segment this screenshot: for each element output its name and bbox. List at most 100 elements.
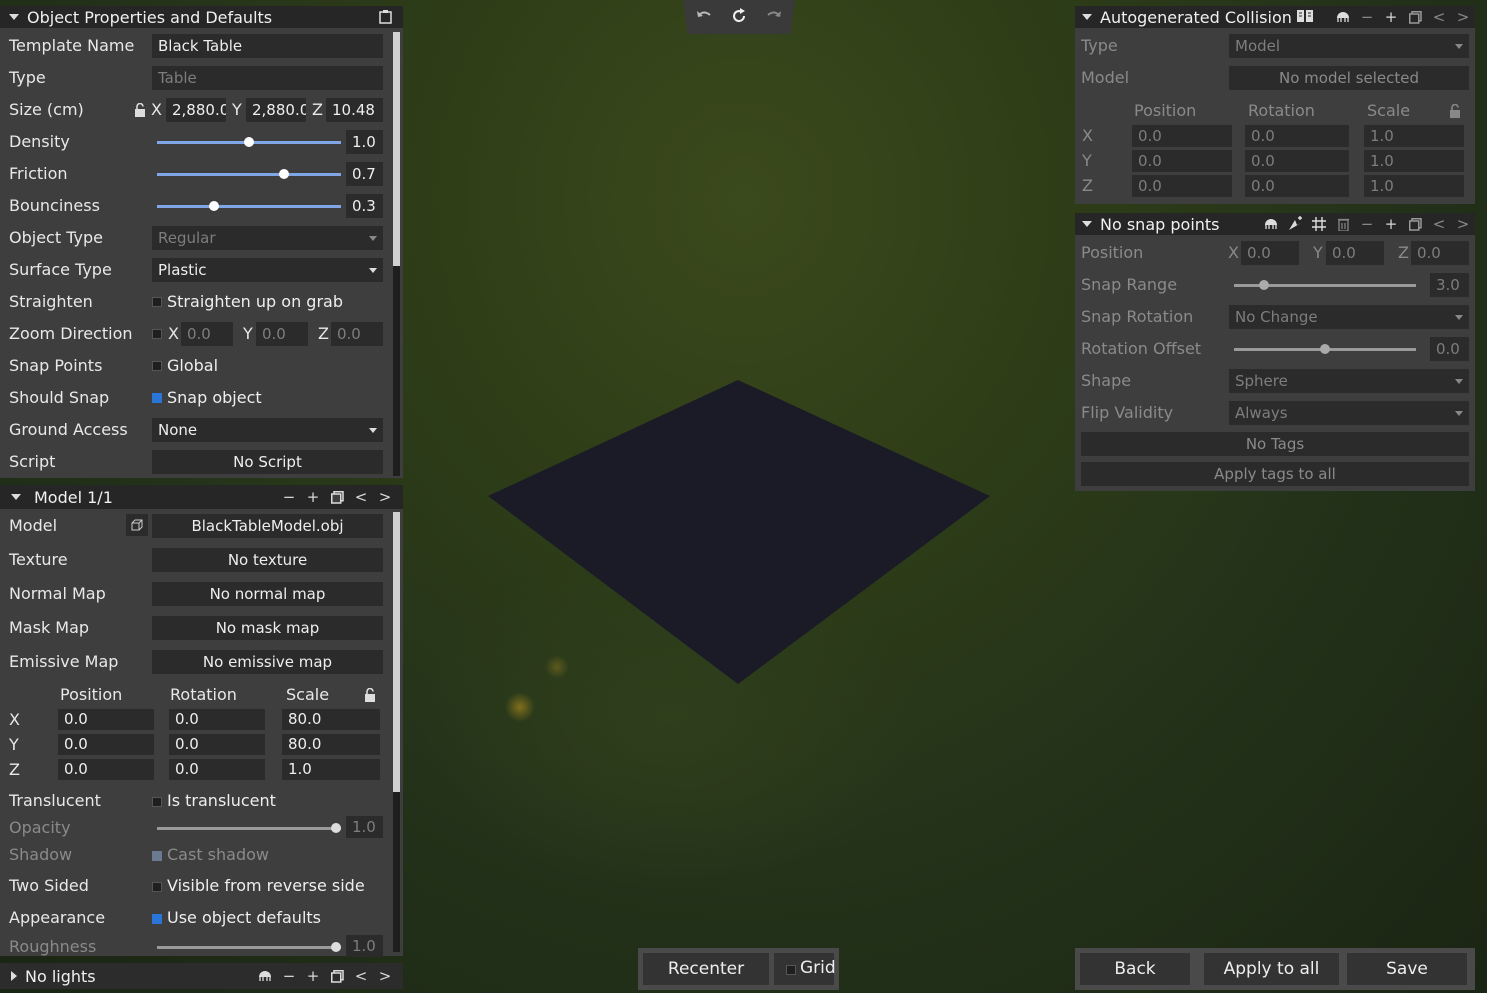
duplicate-icon[interactable] xyxy=(325,965,349,987)
collision-scale-z-input[interactable]: 1.0 xyxy=(1364,175,1464,197)
trash-icon[interactable] xyxy=(1331,213,1355,235)
duplicate-icon[interactable] xyxy=(1403,213,1427,235)
chevron-right-icon[interactable]: > xyxy=(373,965,397,987)
chevron-left-icon[interactable]: < xyxy=(1427,213,1451,235)
chevron-left-icon[interactable]: < xyxy=(1427,6,1451,28)
opacity-slider[interactable] xyxy=(157,823,341,833)
position-y-input[interactable]: 0.0 xyxy=(58,734,154,755)
minus-icon[interactable]: − xyxy=(1355,6,1379,28)
collapse-icon[interactable] xyxy=(1082,221,1092,227)
snap-range-input[interactable]: 3.0 xyxy=(1430,273,1469,297)
type-input[interactable]: Table xyxy=(152,66,383,90)
plus-icon[interactable]: + xyxy=(1379,213,1403,235)
cube-icon[interactable] xyxy=(126,514,148,536)
snap-x-input[interactable]: 0.0 xyxy=(1241,241,1299,265)
clipboard-icon[interactable] xyxy=(373,6,397,28)
tags-button[interactable]: No Tags xyxy=(1081,432,1469,456)
density-slider[interactable] xyxy=(157,137,341,147)
global-checkbox[interactable] xyxy=(152,361,162,371)
table-viewport-model[interactable] xyxy=(480,370,1000,690)
snap-z-input[interactable]: 0.0 xyxy=(1411,241,1469,265)
apply-to-all-button[interactable]: Apply to all xyxy=(1204,953,1339,985)
rotation-y-input[interactable]: 0.0 xyxy=(169,734,265,755)
lights-header[interactable]: No lights − + < > xyxy=(0,963,403,989)
collision-rotation-x-input[interactable]: 0.0 xyxy=(1245,125,1349,147)
grid-icon[interactable] xyxy=(1307,213,1331,235)
jellyfish-icon[interactable] xyxy=(1259,213,1283,235)
zoom-direction-checkbox[interactable] xyxy=(152,329,162,339)
chevron-right-icon[interactable]: > xyxy=(373,486,397,508)
mask-map-button[interactable]: No mask map xyxy=(152,616,383,640)
snap-y-input[interactable]: 0.0 xyxy=(1326,241,1384,265)
snap-rotation-dropdown[interactable]: No Change xyxy=(1229,305,1469,329)
model-header[interactable]: Model 1/1 − + < > xyxy=(0,485,403,509)
duplicate-icon[interactable] xyxy=(325,486,349,508)
duplicate-icon[interactable] xyxy=(1403,6,1427,28)
normal-map-button[interactable]: No normal map xyxy=(152,582,383,606)
zoom-z-input[interactable]: 0.0 xyxy=(331,322,383,346)
apply-tags-button[interactable]: Apply tags to all xyxy=(1081,462,1469,486)
translucent-checkbox[interactable] xyxy=(152,797,162,807)
grid-toggle[interactable]: Grid xyxy=(774,953,836,985)
bounciness-input[interactable]: 0.3 xyxy=(346,194,383,218)
collision-scale-x-input[interactable]: 1.0 xyxy=(1364,125,1464,147)
script-button[interactable]: No Script xyxy=(152,450,383,474)
two-sided-checkbox[interactable] xyxy=(152,882,162,892)
snap-range-slider[interactable] xyxy=(1234,280,1416,290)
lock-icon[interactable] xyxy=(134,102,146,121)
friction-slider[interactable] xyxy=(157,169,341,179)
roughness-slider[interactable] xyxy=(157,942,341,952)
snap-object-checkbox[interactable] xyxy=(152,393,162,403)
collision-position-y-input[interactable]: 0.0 xyxy=(1132,150,1232,172)
scale-x-input[interactable]: 80.0 xyxy=(282,709,380,730)
emissive-map-button[interactable]: No emissive map xyxy=(152,650,383,674)
size-x-input[interactable]: 2,880.0 xyxy=(166,98,226,122)
collision-header[interactable]: Autogenerated Collision − + < > xyxy=(1075,6,1475,28)
use-object-defaults-checkbox[interactable] xyxy=(152,914,162,924)
lock-icon[interactable] xyxy=(364,687,376,706)
density-input[interactable]: 1.0 xyxy=(346,130,383,154)
plus-icon[interactable]: + xyxy=(301,965,325,987)
chevron-right-icon[interactable]: > xyxy=(1451,6,1475,28)
snap-points-header[interactable]: No snap points − + < > xyxy=(1075,213,1475,235)
roughness-input[interactable]: 1.0 xyxy=(346,935,383,957)
zoom-y-input[interactable]: 0.0 xyxy=(256,322,308,346)
template-name-input[interactable]: Black Table xyxy=(152,34,383,58)
minus-icon[interactable]: − xyxy=(1355,213,1379,235)
size-y-input[interactable]: 2,880.0 xyxy=(246,98,306,122)
minus-icon[interactable]: − xyxy=(277,486,301,508)
grid-checkbox[interactable] xyxy=(786,965,796,975)
ground-access-dropdown[interactable]: None xyxy=(152,418,383,442)
shape-dropdown[interactable]: Sphere xyxy=(1229,369,1469,393)
collision-rotation-z-input[interactable]: 0.0 xyxy=(1245,175,1349,197)
friction-input[interactable]: 0.7 xyxy=(346,162,383,186)
rotation-x-input[interactable]: 0.0 xyxy=(169,709,265,730)
bounciness-slider[interactable] xyxy=(157,201,341,211)
chevron-right-icon[interactable]: > xyxy=(1451,213,1475,235)
chevron-left-icon[interactable]: < xyxy=(349,486,373,508)
back-button[interactable]: Back xyxy=(1080,953,1190,985)
add-pointer-icon[interactable] xyxy=(1283,213,1307,235)
position-x-input[interactable]: 0.0 xyxy=(58,709,154,730)
model-file-button[interactable]: BlackTableModel.obj xyxy=(152,514,383,538)
collapse-icon[interactable] xyxy=(1082,14,1092,20)
collision-rotation-y-input[interactable]: 0.0 xyxy=(1245,150,1349,172)
minus-icon[interactable]: − xyxy=(277,965,301,987)
surface-type-dropdown[interactable]: Plastic xyxy=(152,258,383,282)
collision-model-button[interactable]: No model selected xyxy=(1229,66,1469,90)
collision-type-dropdown[interactable]: Model xyxy=(1229,34,1469,58)
texture-button[interactable]: No texture xyxy=(152,548,383,572)
collapse-icon[interactable] xyxy=(9,14,19,20)
opacity-input[interactable]: 1.0 xyxy=(346,816,383,838)
rotation-z-input[interactable]: 0.0 xyxy=(169,759,265,780)
redo-icon[interactable] xyxy=(761,5,787,27)
straighten-checkbox[interactable] xyxy=(152,297,162,307)
flip-validity-dropdown[interactable]: Always xyxy=(1229,401,1469,425)
zoom-x-input[interactable]: 0.0 xyxy=(181,322,233,346)
object-type-dropdown[interactable]: Regular xyxy=(152,226,383,250)
rotation-offset-input[interactable]: 0.0 xyxy=(1430,337,1469,361)
collision-position-x-input[interactable]: 0.0 xyxy=(1132,125,1232,147)
lock-icon[interactable] xyxy=(1449,103,1461,122)
collision-position-z-input[interactable]: 0.0 xyxy=(1132,175,1232,197)
save-button[interactable]: Save xyxy=(1347,953,1467,985)
